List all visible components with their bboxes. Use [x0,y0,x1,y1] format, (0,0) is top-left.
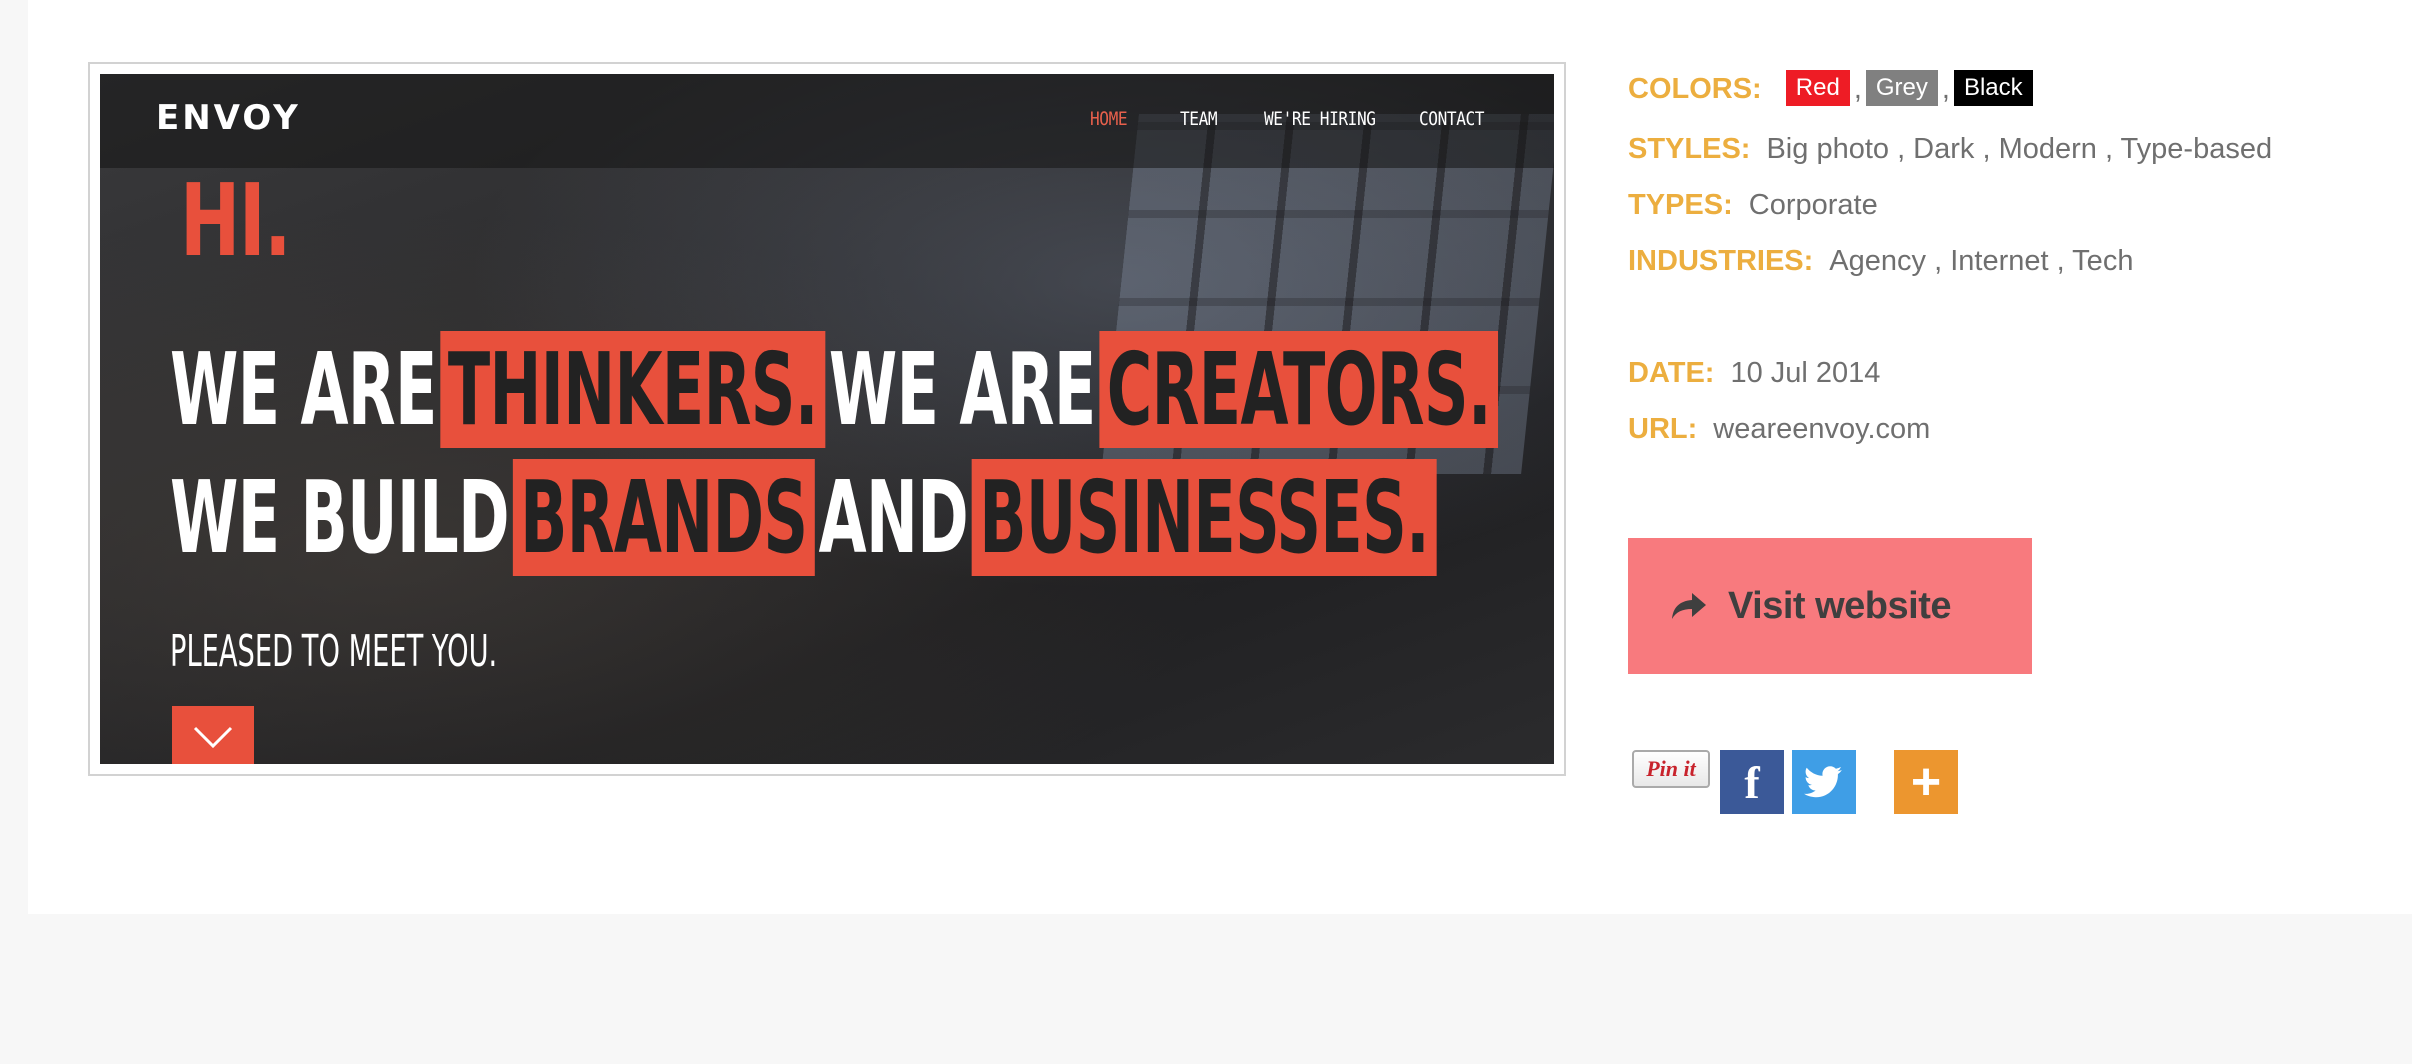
url-row: URL: weareenvoy.com [1628,413,1930,446]
separator: , [1941,72,1950,105]
preview-navbar: ENVOY HOME TEAM WE'RE HIRING CONTACT [100,74,1554,168]
preview-nav-home: HOME [1090,108,1128,130]
preview-nav-hiring: WE'RE HIRING [1264,108,1376,130]
preview-nav-team: TEAM [1180,108,1218,130]
colors-label: COLORS: [1628,72,1762,105]
twitter-share-button[interactable] [1792,750,1856,814]
types-value[interactable]: Corporate [1749,189,1878,221]
styles-value[interactable]: Big photo , Dark , Modern , Type-based [1766,133,2272,165]
visit-website-label: Visit website [1728,584,1952,627]
preview-hero-subline: PLEASED TO MEET YOU. [170,626,498,677]
preview-scroll-down-button [172,706,254,764]
facebook-icon: f [1744,756,1760,808]
twitter-bird-icon [1804,766,1842,798]
color-tag-grey[interactable]: Grey [1865,70,1938,106]
url-label: URL: [1628,413,1698,445]
addthis-share-button[interactable]: + [1894,750,1958,814]
styles-label: STYLES: [1628,133,1751,165]
industries-row: INDUSTRIES: Agency , Internet , Tech [1628,245,2133,278]
color-tag-black[interactable]: Black [1953,70,2033,106]
styles-row: STYLES: Big photo , Dark , Modern , Type-… [1628,133,2272,166]
hero-highlight: THINKERS. [440,331,826,448]
types-row: TYPES: Corporate [1628,189,1878,222]
chevron-down-icon [193,726,233,748]
hero-text: WE ARE [170,331,437,448]
preview-hero-line-1: WE ARE THINKERS. WE ARE CREATORS. [170,331,1502,448]
preview-hero-hi: HI. [180,162,292,279]
preview-logo: ENVOY [156,98,301,138]
preview-hero-line-2: WE BUILD BRANDS AND BUSINESSES. [170,459,1440,576]
colors-row: COLORS: Red, Grey, Black [1628,70,2033,108]
plus-icon: + [1910,753,1942,811]
types-label: TYPES: [1628,189,1733,221]
hero-highlight: BUSINESSES. [971,459,1437,576]
date-value: 10 Jul 2014 [1730,357,1881,389]
date-row: DATE: 10 Jul 2014 [1628,357,1880,390]
color-tag-red[interactable]: Red [1785,70,1850,106]
date-label: DATE: [1628,357,1715,389]
preview-nav-contact: CONTACT [1419,108,1485,130]
site-preview-image: ENVOY HOME TEAM WE'RE HIRING CONTACT HI.… [100,74,1554,764]
hero-highlight: CREATORS. [1099,331,1499,448]
url-link[interactable]: weareenvoy.com [1713,413,1930,445]
industries-value[interactable]: Agency , Internet , Tech [1829,245,2133,277]
industries-label: INDUSTRIES: [1628,245,1814,277]
hero-text: AND [818,459,969,576]
visit-website-button[interactable]: Visit website [1628,538,2032,674]
separator: , [1853,72,1862,105]
facebook-share-button[interactable]: f [1720,750,1784,814]
share-arrow-icon [1672,593,1706,619]
site-preview-frame[interactable]: ENVOY HOME TEAM WE'RE HIRING CONTACT HI.… [88,62,1566,776]
hero-highlight: BRANDS [512,459,815,576]
pinterest-pin-button[interactable]: Pin it [1632,750,1710,788]
hero-text: WE ARE [828,331,1096,448]
hero-text: WE BUILD [170,459,510,576]
